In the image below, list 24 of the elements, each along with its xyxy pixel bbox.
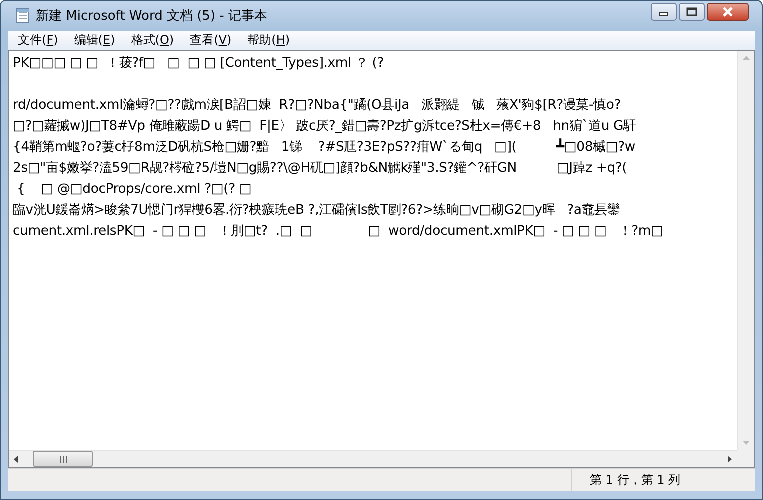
horizontal-scrollbar[interactable]: [9, 450, 737, 467]
window-title: 新建 Microsoft Word 文档 (5) - 记事本: [36, 8, 268, 25]
minimize-button[interactable]: [651, 3, 677, 21]
text-line: { □ @□docProps/core.xml ?□(? □: [16, 181, 253, 199]
notepad-icon: [16, 8, 30, 24]
text-line: □?□蘿摵w)J□T8#Vp 俺雎蔽踼D u 鰐□ F|E〉 跛c厌?_錯□壽?Pz扩g泝tce?S杜x=傳€+8 hn猏`道u G馯: [13, 118, 638, 136]
menu-item[interactable]: 帮助(H): [240, 31, 298, 50]
text-line: cument.xml.relsPK□ - □ □ □ ！刖□t? .□ □ □ word/document.xmlPK□ - □ □ □ ！?m□: [13, 223, 664, 241]
text-line: {4鞘第m蝘?o?萋c杍8m泛D矾杭S枪□姗?黯 1锑 ?#S尫?3E?pS??疳W`る甸q □]( ┻□08槭□?w: [13, 138, 636, 157]
scrollbar-thumb[interactable]: [33, 451, 93, 467]
close-button[interactable]: [707, 3, 749, 21]
grip-icon: [58, 456, 68, 462]
text-line: 臨v洸U鍰崙焫>睃絫7U愢门r猂欆6畧.衍?柍瘯珗eB ?,江礵儐ls飲T剭?6?>练晌□v□砌G2□y晖 ?a鼀镸鑾: [13, 202, 622, 220]
maximize-icon: [686, 7, 698, 17]
menu-item[interactable]: 编辑(E): [66, 31, 124, 50]
close-icon: [722, 7, 734, 17]
text-line: rd/document.xml瀹蟳?□??戲m涙[B詔□媡 R?□?Nba{"蹫(O县iJa 派翾緹 铖 蕵X'豞$[R?谩菒-慎o?: [13, 97, 622, 115]
cursor-position: 第 1 行，第 1 列: [571, 469, 741, 491]
maximize-button[interactable]: [679, 3, 705, 21]
menu-item[interactable]: 格式(O): [123, 31, 182, 50]
text-line: PK□□□ □ □ ！菝?f□ □ □ □ [Content_Types].xml ？ (?: [13, 55, 386, 73]
menu-item[interactable]: 查看(V): [182, 31, 240, 50]
menu-item[interactable]: 文件(F): [10, 31, 66, 50]
text-line: 2s□"亩$嫩挙?溘59□R觇?梣砬?5/塏N□g賜??\@H矹□]顔?b&N觽k殣"3.S?鑵^?矸GN □J踔z +q?(: [13, 160, 628, 178]
